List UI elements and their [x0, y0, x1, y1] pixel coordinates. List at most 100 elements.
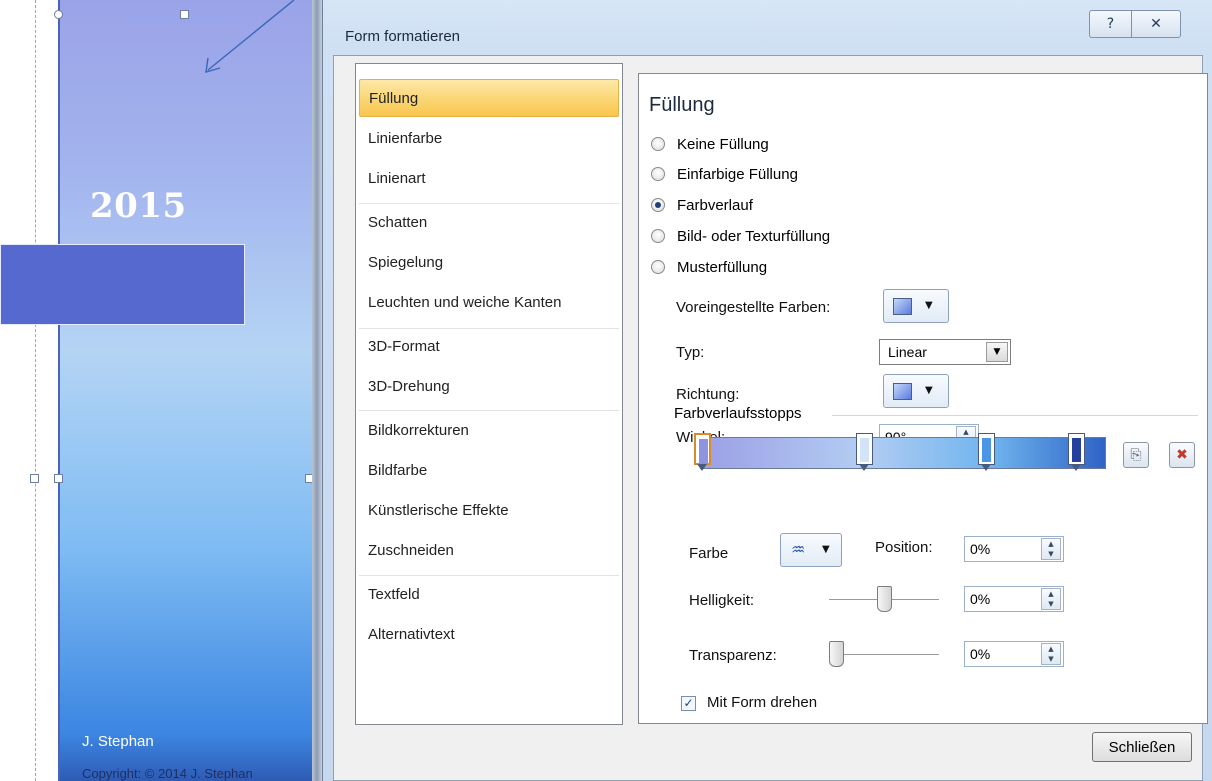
transparency-value[interactable]: 0%	[970, 646, 990, 662]
category-item-line-color[interactable]: Linienfarbe	[359, 119, 619, 157]
brightness-spinner[interactable]: 0% ▲ ▼	[964, 586, 1064, 612]
category-label: Bildfarbe	[368, 461, 428, 479]
gradient-stop-color	[860, 438, 870, 462]
direction-button[interactable]: ▼	[883, 374, 949, 408]
category-label: Künstlerische Effekte	[368, 501, 509, 519]
arrow-annotation	[205, 0, 295, 73]
category-item-picture-color[interactable]: Bildfarbe	[359, 451, 619, 489]
gradient-swatch-icon	[893, 298, 912, 315]
type-select[interactable]: Linear ▼	[879, 339, 1011, 365]
gradient-stop[interactable]	[694, 433, 711, 471]
help-icon: ?	[1106, 16, 1115, 32]
brightness-value[interactable]: 0%	[970, 591, 990, 607]
checkmark-icon: ✓	[683, 696, 694, 710]
transparency-slider-track[interactable]	[829, 654, 939, 655]
gradient-bar[interactable]	[700, 437, 1106, 469]
add-stop-button[interactable]: ⎘	[1123, 442, 1149, 468]
gradient-stop-color	[982, 438, 992, 462]
radio-button[interactable]	[651, 229, 665, 243]
remove-stop-button[interactable]: ✖	[1169, 442, 1195, 468]
gradient-stop-pointer	[1070, 464, 1081, 471]
category-label: Leuchten und weiche Kanten	[368, 293, 562, 311]
format-shape-dialog: Form formatieren ? ✕ Füllung Linienfarbe…	[322, 0, 1212, 781]
gradient-shape[interactable]	[58, 0, 313, 781]
transparency-spinner[interactable]: 0% ▲ ▼	[964, 641, 1064, 667]
paint-bucket-icon: ♒	[791, 540, 806, 559]
copyright-text[interactable]: Copyright: © 2014 J. Stephan	[82, 766, 253, 781]
help-button[interactable]: ?	[1089, 10, 1131, 38]
category-item-glow-soft-edges[interactable]: Leuchten und weiche Kanten	[359, 283, 619, 321]
gradient-stop[interactable]	[978, 433, 996, 471]
dialog-title: Form formatieren	[345, 28, 461, 45]
resize-handle-top-left[interactable]	[54, 10, 63, 19]
gradient-stop[interactable]	[1067, 433, 1085, 471]
radio-no-fill[interactable]: Keine Füllung	[651, 133, 769, 155]
position-value[interactable]: 0%	[970, 541, 990, 557]
resize-handle-left[interactable]	[54, 474, 63, 483]
transparency-slider-thumb[interactable]	[829, 641, 844, 667]
brightness-label: Helligkeit:	[689, 592, 755, 609]
spin-arrows-icon[interactable]: ▲▼	[1041, 643, 1061, 665]
radio-button[interactable]	[651, 260, 665, 274]
gradient-stop-pointer	[697, 464, 707, 471]
gradient-stop[interactable]	[856, 433, 874, 471]
category-item-3d-rotation[interactable]: 3D-Drehung	[359, 367, 619, 405]
radio-label: Bild- oder Texturfüllung	[677, 227, 831, 245]
type-select-value: Linear	[888, 344, 927, 360]
gradient-stop-body[interactable]	[694, 433, 711, 465]
remove-stop-icon: ✖	[1176, 447, 1188, 463]
resize-handle-left-outer[interactable]	[30, 474, 39, 483]
category-label: Zuschneiden	[368, 541, 454, 559]
spin-arrows-icon[interactable]: ▲▼	[1041, 588, 1061, 610]
gradient-stop-body[interactable]	[978, 433, 996, 465]
preset-colors-button[interactable]: ▼	[883, 289, 949, 323]
gradient-stop-body[interactable]	[856, 433, 874, 465]
position-spinner[interactable]: 0% ▲ ▼	[964, 536, 1064, 562]
radio-label: Einfarbige Füllung	[677, 165, 798, 183]
gradient-stop-body[interactable]	[1067, 433, 1085, 465]
category-label: Bildkorrekturen	[368, 421, 469, 439]
category-item-line-style[interactable]: Linienart	[359, 159, 619, 197]
stop-color-button[interactable]: ♒ ▼	[780, 533, 842, 567]
radio-gradient-fill[interactable]: Farbverlauf	[651, 194, 753, 216]
category-item-shadow[interactable]: Schatten	[359, 203, 619, 241]
radio-button[interactable]	[651, 167, 665, 181]
pane-title: Füllung	[649, 94, 715, 116]
close-dialog-button[interactable]: Schließen	[1092, 732, 1192, 762]
window-splitter[interactable]	[312, 0, 322, 781]
author-text[interactable]: J. Stephan	[82, 733, 154, 750]
radio-label: Farbverlauf	[677, 196, 753, 214]
radio-label: Musterfüllung	[677, 258, 768, 276]
radio-solid-fill[interactable]: Einfarbige Füllung	[651, 163, 798, 185]
dropdown-arrow-icon[interactable]: ▼	[986, 342, 1008, 362]
blue-rectangle-shape[interactable]	[0, 244, 245, 325]
radio-button-selected[interactable]	[651, 198, 665, 212]
category-label: Spiegelung	[368, 253, 444, 271]
category-item-text-box[interactable]: Textfeld	[359, 575, 619, 613]
category-label: Schatten	[368, 213, 428, 231]
color-label: Farbe	[689, 545, 729, 562]
category-label: Füllung	[369, 89, 419, 107]
dropdown-arrow-icon: ▼	[925, 385, 933, 396]
category-item-crop[interactable]: Zuschneiden	[359, 531, 619, 569]
close-button[interactable]: ✕	[1131, 10, 1181, 38]
brightness-slider-thumb[interactable]	[877, 586, 892, 612]
category-item-artistic-effects[interactable]: Künstlerische Effekte	[359, 491, 619, 529]
radio-pattern-fill[interactable]: Musterfüllung	[651, 256, 767, 278]
year-text[interactable]: 2015	[90, 186, 187, 226]
category-item-fill[interactable]: Füllung	[359, 79, 619, 117]
gradient-stop-pointer	[981, 464, 992, 471]
category-item-3d-format[interactable]: 3D-Format	[359, 327, 619, 365]
dropdown-arrow-icon: ▼	[822, 544, 830, 555]
category-item-picture-corrections[interactable]: Bildkorrekturen	[359, 411, 619, 449]
position-label: Position:	[875, 539, 933, 556]
radio-button[interactable]	[651, 137, 665, 151]
spin-arrows-icon[interactable]: ▲▼	[1041, 538, 1061, 560]
category-item-alt-text[interactable]: Alternativtext	[359, 615, 619, 653]
rotate-with-shape-checkbox[interactable]: ✓	[681, 696, 696, 711]
resize-handle-top[interactable]	[180, 10, 189, 19]
radio-picture-texture-fill[interactable]: Bild- oder Texturfüllung	[651, 225, 830, 247]
category-label: 3D-Drehung	[368, 377, 450, 395]
category-item-reflection[interactable]: Spiegelung	[359, 243, 619, 281]
type-label: Typ:	[676, 344, 705, 361]
